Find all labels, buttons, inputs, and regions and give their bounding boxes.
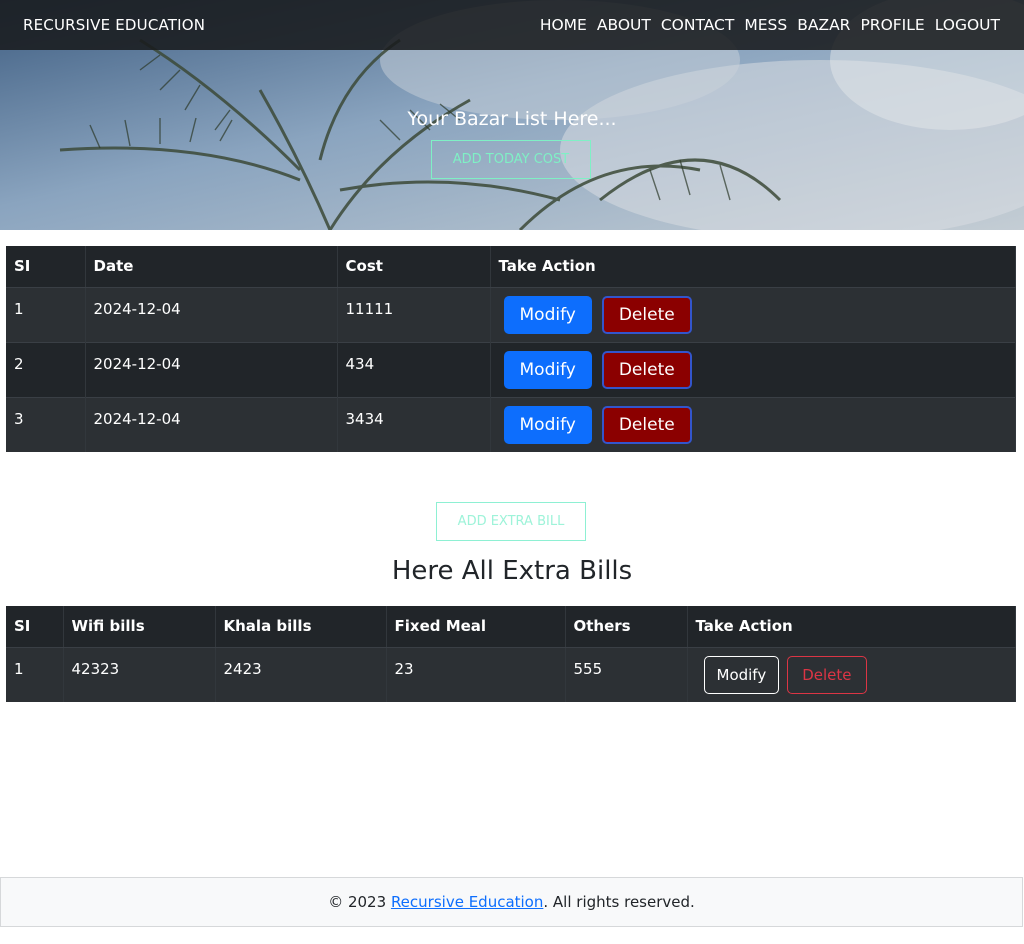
- hero-title: Your Bazar List Here...: [407, 108, 617, 130]
- add-extra-bill-button[interactable]: ADD EXTRA BILL: [436, 502, 586, 541]
- cell-date: 2024-12-04: [85, 286, 338, 342]
- column-header-cost: Cost: [337, 246, 491, 288]
- rights-text: . All rights reserved.: [543, 893, 695, 911]
- hero-banner: RECURSIVE EDUCATION HOME ABOUT CONTACT M…: [0, 0, 1024, 230]
- footer-link-recursive-education[interactable]: Recursive Education: [391, 893, 543, 911]
- column-header-si: SI: [6, 606, 64, 648]
- column-header-take-action: Take Action: [490, 246, 1016, 288]
- cell-cost: 3434: [337, 396, 491, 452]
- cell-khala-bills: 2423: [215, 646, 387, 702]
- page-footer: © 2023 Recursive Education. All rights r…: [0, 877, 1023, 927]
- cell-actions: Modify Delete: [687, 646, 1016, 702]
- cell-cost: 434: [337, 341, 491, 397]
- cell-si: 3: [6, 396, 86, 452]
- nav-link-bazar[interactable]: BAZAR: [797, 16, 850, 34]
- cell-actions: Modify Delete: [490, 286, 1016, 342]
- delete-button[interactable]: Delete: [601, 405, 692, 444]
- cell-si: 1: [6, 646, 64, 702]
- nav-link-contact[interactable]: CONTACT: [661, 16, 735, 34]
- cell-si: 2: [6, 341, 86, 397]
- extra-bills-table: SI Wifi bills Khala bills Fixed Meal Oth…: [6, 606, 1016, 702]
- top-navbar: RECURSIVE EDUCATION HOME ABOUT CONTACT M…: [0, 0, 1024, 50]
- column-header-date: Date: [85, 246, 338, 288]
- column-header-khala-bills: Khala bills: [215, 606, 387, 648]
- cell-si: 1: [6, 286, 86, 342]
- delete-button[interactable]: Delete: [787, 655, 867, 694]
- extra-bills-title: Here All Extra Bills: [391, 556, 633, 586]
- add-today-cost-button[interactable]: ADD TODAY COST: [431, 140, 591, 179]
- modify-button[interactable]: Modify: [503, 295, 592, 334]
- brand-logo-text[interactable]: RECURSIVE EDUCATION: [23, 16, 205, 34]
- nav-link-profile[interactable]: PROFILE: [860, 16, 924, 34]
- column-header-others: Others: [565, 606, 688, 648]
- cell-date: 2024-12-04: [85, 396, 338, 452]
- column-header-wifi-bills: Wifi bills: [63, 606, 216, 648]
- nav-link-home[interactable]: HOME: [540, 16, 587, 34]
- modify-button[interactable]: Modify: [503, 405, 592, 444]
- table-row: 1 42323 2423 23 555 Modify Delete: [6, 646, 1016, 702]
- cell-date: 2024-12-04: [85, 341, 338, 397]
- modify-button[interactable]: Modify: [703, 655, 780, 694]
- nav-link-mess[interactable]: MESS: [744, 16, 787, 34]
- table-row: 3 2024-12-04 3434 Modify Delete: [6, 396, 1016, 452]
- cell-wifi-bills: 42323: [63, 646, 216, 702]
- column-header-fixed-meal: Fixed Meal: [386, 606, 566, 648]
- copyright-text: © 2023: [328, 893, 387, 911]
- cell-cost: 11111: [337, 286, 491, 342]
- nav-link-logout[interactable]: LOGOUT: [935, 16, 1000, 34]
- modify-button[interactable]: Modify: [503, 350, 592, 389]
- bazar-table: SI Date Cost Take Action 1 2024-12-04 11…: [6, 246, 1016, 452]
- table-row: 1 2024-12-04 11111 Modify Delete: [6, 286, 1016, 342]
- cell-fixed-meal: 23: [386, 646, 566, 702]
- delete-button[interactable]: Delete: [601, 350, 692, 389]
- cell-actions: Modify Delete: [490, 341, 1016, 397]
- column-header-take-action: Take Action: [687, 606, 1016, 648]
- delete-button[interactable]: Delete: [601, 295, 692, 334]
- main-nav: HOME ABOUT CONTACT MESS BAZAR PROFILE LO…: [540, 16, 1000, 34]
- cell-others: 555: [565, 646, 688, 702]
- table-row: 2 2024-12-04 434 Modify Delete: [6, 341, 1016, 397]
- nav-link-about[interactable]: ABOUT: [597, 16, 651, 34]
- column-header-si: SI: [6, 246, 86, 288]
- cell-actions: Modify Delete: [490, 396, 1016, 452]
